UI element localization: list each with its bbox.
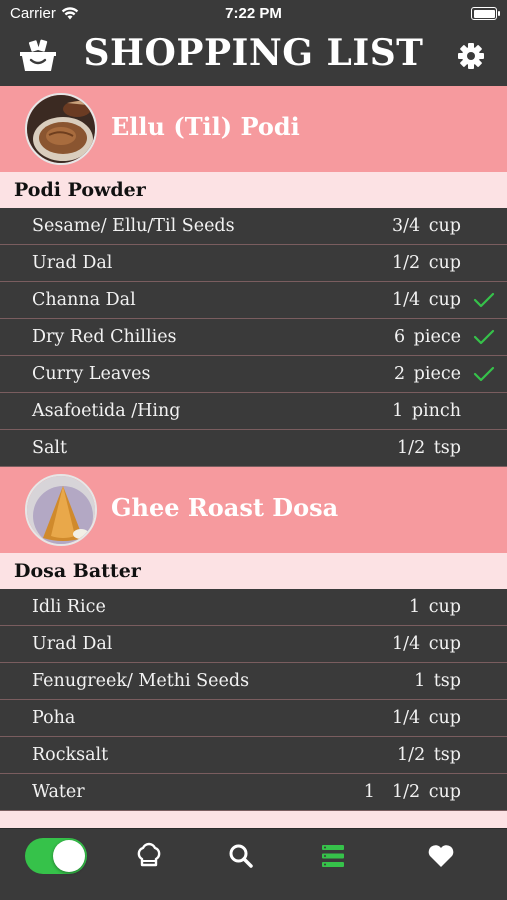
ingredient-name: Urad Dal: [32, 634, 113, 654]
recipe-thumbnail: [25, 474, 97, 546]
ingredient-row[interactable]: Fenugreek/ Methi Seeds 1 tsp: [0, 663, 507, 700]
recipe-header[interactable]: Ellu (Til) Podi: [0, 86, 507, 172]
recipe-thumbnail: [25, 93, 97, 165]
ingredient-name: Asafoetida /Hing: [32, 401, 181, 421]
ingredient-name: Dry Red Chillies: [32, 327, 177, 347]
toggle-switch[interactable]: [25, 838, 87, 874]
ingredient-quantity: 2 piece: [393, 364, 461, 384]
ingredient-row[interactable]: Curry Leaves 2 piece: [0, 356, 507, 393]
ingredient-name: Channa Dal: [32, 290, 136, 310]
ingredient-name: Poha: [32, 708, 76, 728]
gear-icon: [458, 43, 484, 69]
ingredient-quantity: 1/4 cup: [391, 708, 461, 728]
ingredient-name: Water: [32, 782, 85, 802]
tab-bar: [0, 828, 507, 900]
list-icon[interactable]: [318, 841, 348, 871]
chef-hat-icon[interactable]: [134, 841, 164, 871]
ingredient-quantity: 1/2 tsp: [397, 438, 461, 458]
ingredient-row[interactable]: Asafoetida /Hing 1 pinch: [0, 393, 507, 430]
section-header: Dosa Batter: [0, 553, 507, 589]
ingredient-quantity: 6 piece: [393, 327, 461, 347]
recipe-name: Ellu (Til) Podi: [111, 112, 300, 141]
ingredient-row[interactable]: Urad Dal 1/4 cup: [0, 626, 507, 663]
ingredient-row[interactable]: Salt 1/2 tsp: [0, 430, 507, 467]
app-header: SHOPPING LIST: [0, 28, 507, 86]
ingredient-row[interactable]: Rocksalt 1/2 tsp: [0, 737, 507, 774]
recipe-name: Ghee Roast Dosa: [111, 493, 339, 522]
checkmark-icon[interactable]: [473, 328, 495, 346]
ingredient-row[interactable]: Urad Dal 1/2 cup: [0, 245, 507, 282]
shopping-list[interactable]: Ellu (Til) Podi Podi Powder Sesame/ Ellu…: [0, 86, 507, 828]
ingredient-row[interactable]: Dry Red Chillies 6 piece: [0, 319, 507, 356]
ingredient-row[interactable]: Channa Dal 1/4 cup: [0, 282, 507, 319]
ingredient-row[interactable]: Sesame/ Ellu/Til Seeds 3/4 cup: [0, 208, 507, 245]
status-bar: Carrier 7:22 PM: [0, 0, 507, 28]
battery-icon: [471, 7, 500, 20]
ingredient-quantity: 1/4 cup: [391, 290, 461, 310]
ingredient-row[interactable]: Idli Rice 1 cup: [0, 589, 507, 626]
ingredient-name: Idli Rice: [32, 597, 106, 617]
settings-button[interactable]: [457, 42, 485, 70]
ingredient-quantity: 3/4 cup: [391, 216, 461, 236]
ingredient-quantity: 1/4 cup: [391, 634, 461, 654]
section-header-partial: [0, 811, 507, 828]
ingredient-quantity: 1/2 cup: [391, 253, 461, 273]
ingredient-quantity: 1 tsp: [414, 671, 461, 691]
checkmark-icon[interactable]: [473, 291, 495, 309]
ingredient-name: Sesame/ Ellu/Til Seeds: [32, 216, 235, 236]
ingredient-row[interactable]: Water 1 1/2 cup: [0, 774, 507, 811]
ingredient-name: Curry Leaves: [32, 364, 151, 384]
ingredient-name: Rocksalt: [32, 745, 109, 765]
ingredient-name: Salt: [32, 438, 68, 458]
ingredient-quantity: 1/2 tsp: [397, 745, 461, 765]
heart-icon[interactable]: [426, 841, 456, 871]
page-title: SHOPPING LIST: [83, 32, 424, 74]
ingredient-name: Urad Dal: [32, 253, 113, 273]
search-icon[interactable]: [226, 841, 256, 871]
section-header: Podi Powder: [0, 172, 507, 208]
checkmark-icon[interactable]: [473, 365, 495, 383]
ingredient-quantity: 1 1/2 cup: [363, 782, 461, 802]
ingredient-row[interactable]: Poha 1/4 cup: [0, 700, 507, 737]
recipe-header[interactable]: Ghee Roast Dosa: [0, 467, 507, 553]
ingredient-quantity: 1 pinch: [392, 401, 461, 421]
ingredient-name: Fenugreek/ Methi Seeds: [32, 671, 250, 691]
status-time: 7:22 PM: [225, 5, 282, 22]
ingredient-quantity: 1 cup: [409, 597, 461, 617]
